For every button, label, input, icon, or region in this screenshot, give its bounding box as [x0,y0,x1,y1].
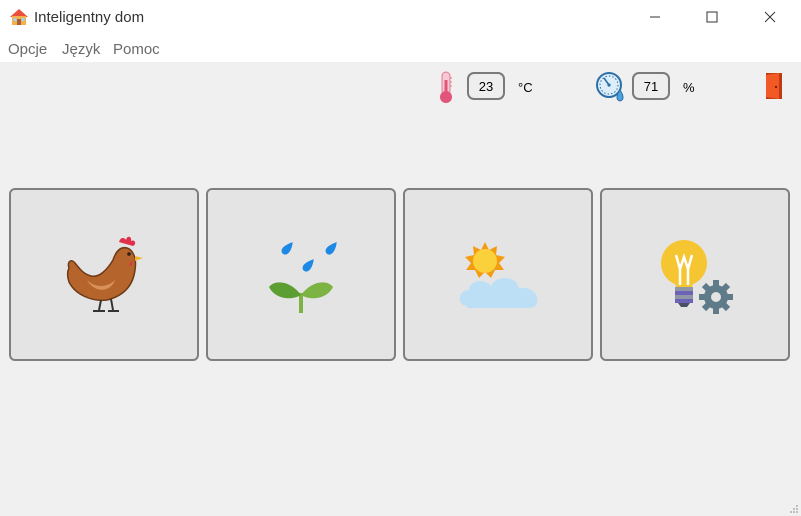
title-bar: Inteligentny dom [0,0,801,36]
lightbulb-settings-icon [661,240,733,314]
weather-tile[interactable] [403,188,593,361]
menu-item-pomoc[interactable]: Pomoc [113,41,160,58]
temperature-value: 23 [467,72,505,100]
humidity-icon [596,72,624,102]
maximize-button[interactable] [683,0,741,34]
resize-grip[interactable] [789,504,799,514]
temperature-unit: °C [518,80,533,95]
humidity-unit: % [683,80,695,95]
window-title: Inteligentny dom [34,9,145,26]
chicken-icon [66,236,143,312]
humidity-value: 71 [632,72,670,100]
lighting-tile[interactable] [600,188,790,361]
minimize-button[interactable] [626,0,684,34]
door-exit-icon[interactable] [765,72,785,100]
watering-tile[interactable] [206,188,396,361]
menu-item-opcje[interactable]: Opcje [8,41,47,58]
close-icon [764,11,776,23]
maximize-icon [706,11,718,23]
menu-item-jezyk[interactable]: Język [62,41,100,58]
watering-plant-icon [269,242,337,313]
thermometer-icon [440,71,452,103]
minimize-icon [650,16,660,18]
weather-icon [459,242,538,308]
close-button[interactable] [741,0,799,34]
poultry-tile[interactable] [9,188,199,361]
menu-bar: Opcje Język Pomoc [0,36,801,62]
house-icon [10,9,28,25]
